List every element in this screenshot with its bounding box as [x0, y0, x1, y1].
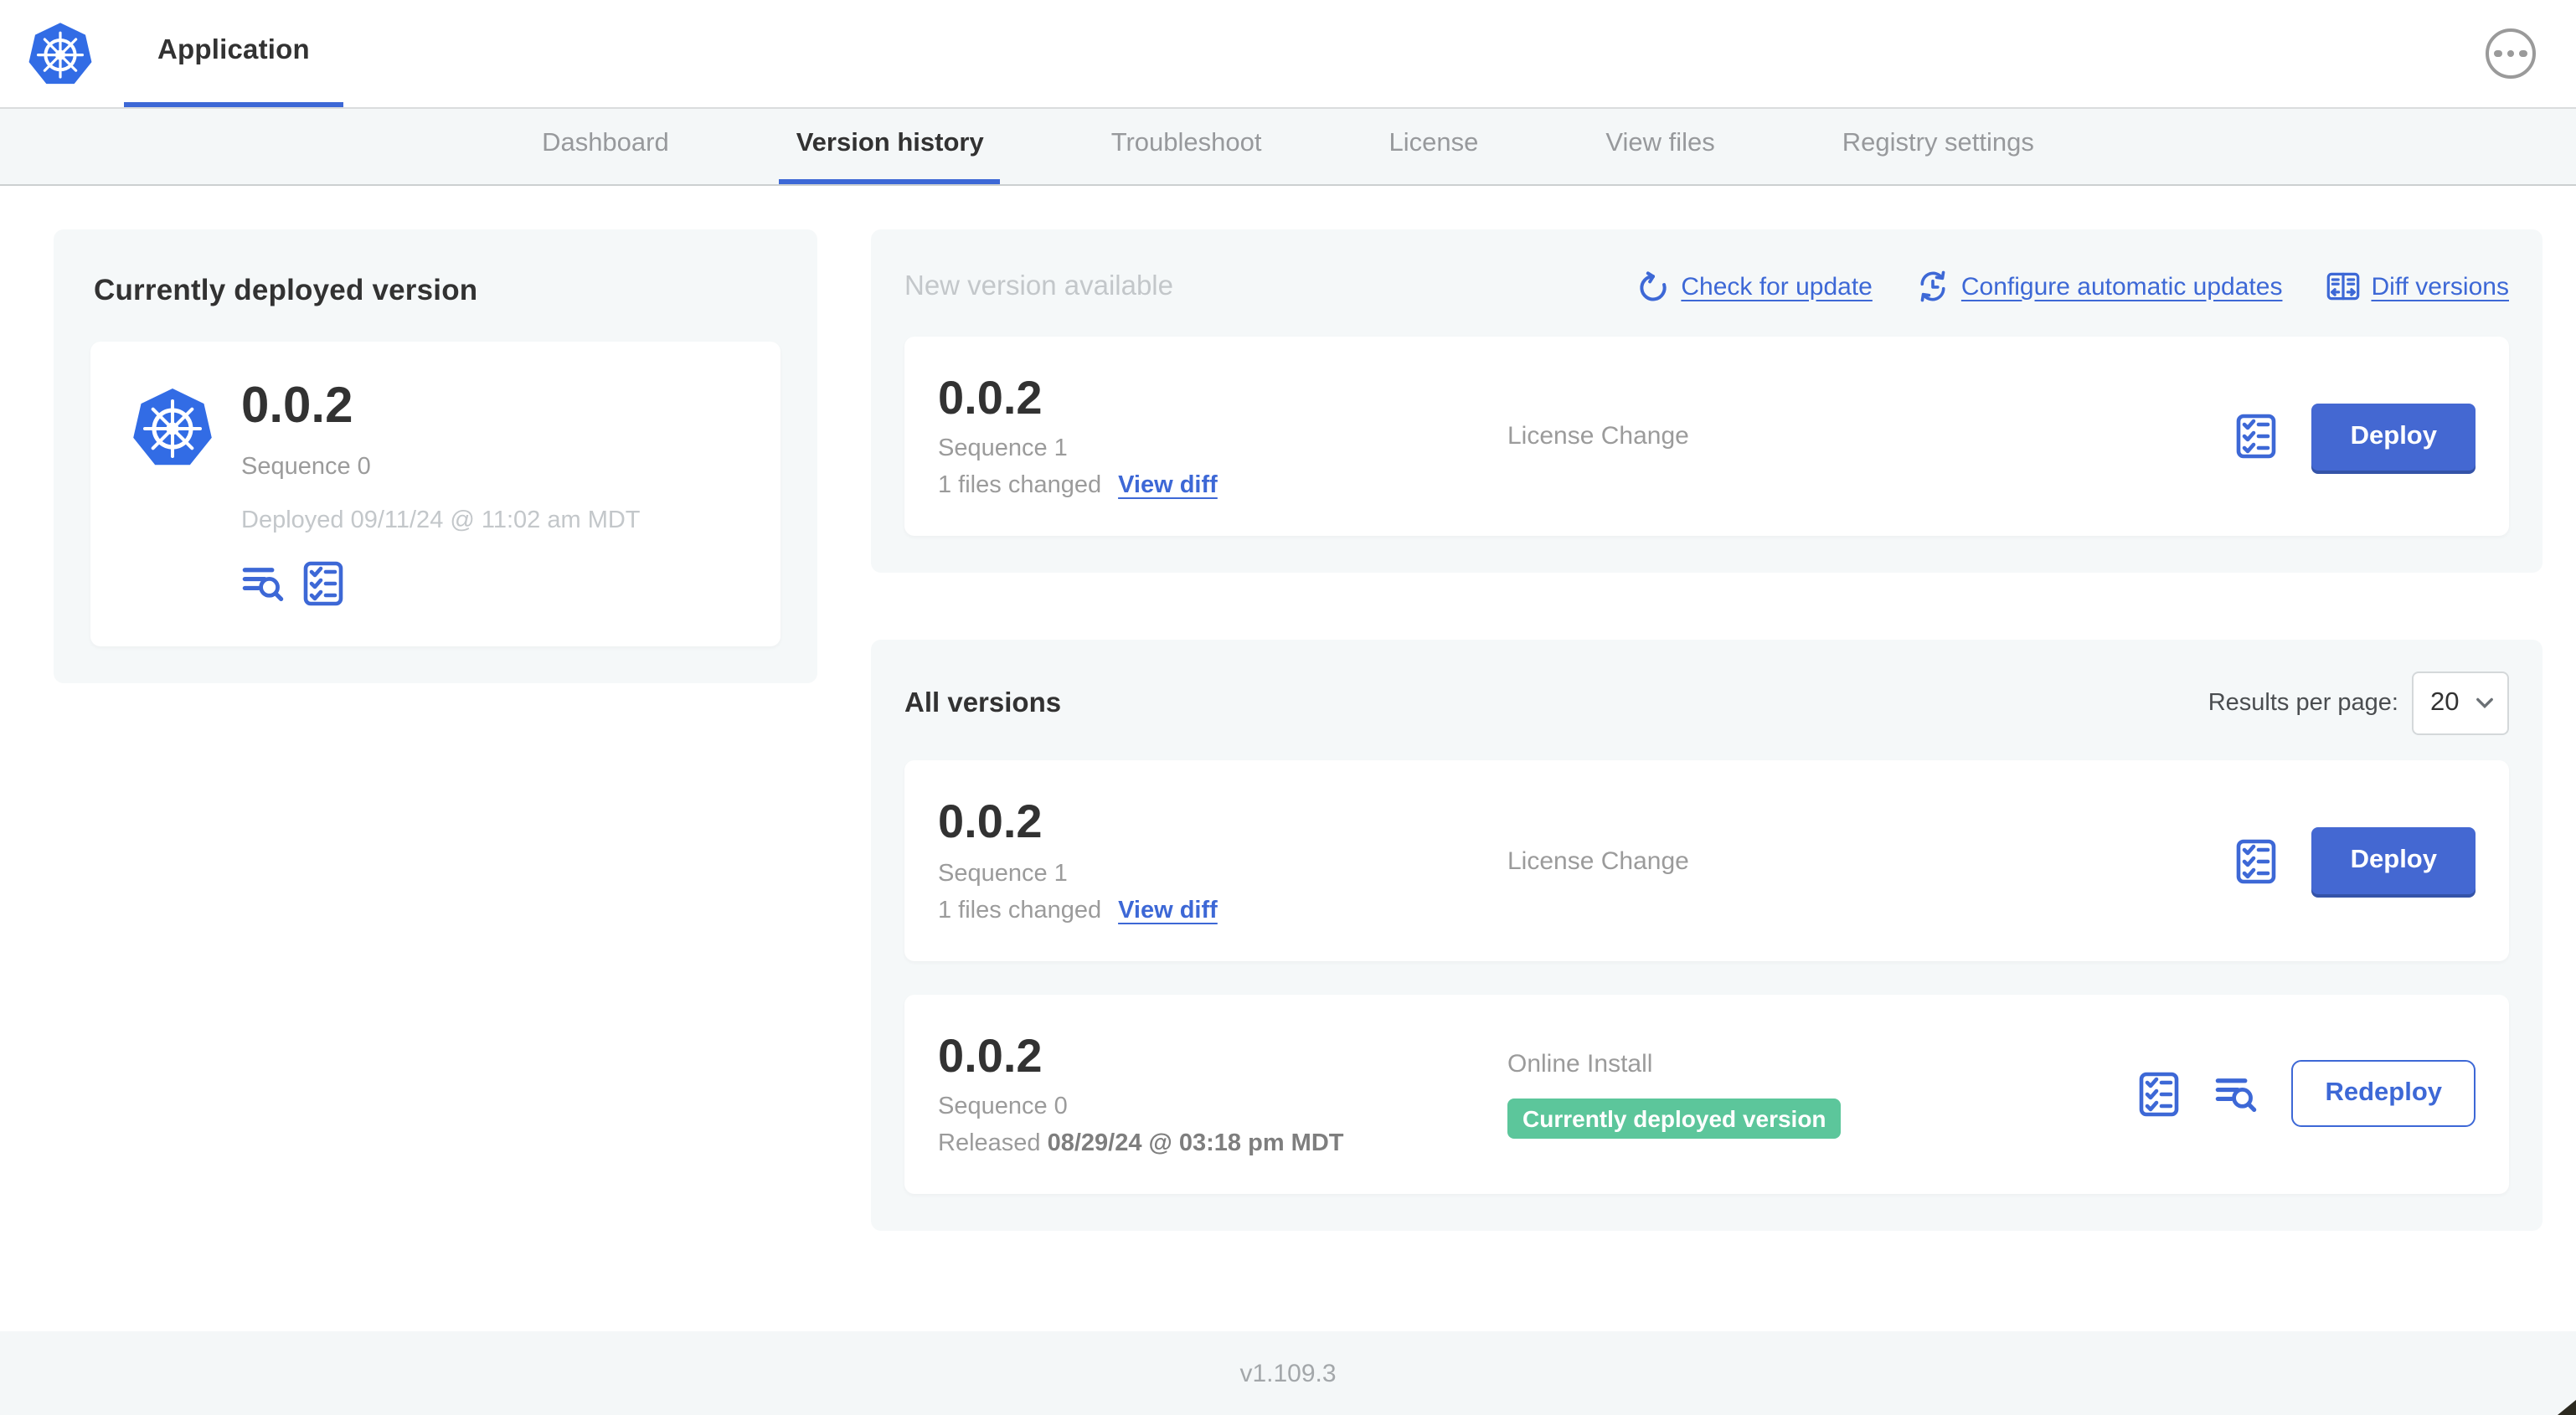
released-prefix: Released: [938, 1130, 1041, 1158]
version-actions: Deploy: [2235, 403, 2476, 471]
version-source-cell: Online Install Currently deployed versio…: [1507, 1050, 2137, 1139]
version-actions: Deploy: [2235, 827, 2476, 895]
update-actions: Check for update Configure automatic upd…: [1636, 270, 2509, 303]
results-per-page-select[interactable]: 20: [2412, 671, 2509, 736]
currently-deployed-badge: Currently deployed version: [1507, 1098, 1842, 1139]
top-header: Application: [0, 0, 2576, 107]
all-versions-panel: All versions Results per page: 20 0.0.2 …: [871, 640, 2543, 1232]
files-changed-count: 1 files changed: [938, 472, 1102, 500]
app-manager-version: v1.109.3: [1239, 1359, 1337, 1387]
viewport: Application Dashboard Version history Tr…: [0, 0, 2576, 1415]
clock-refresh-icon: [1920, 270, 1945, 302]
chevron-down-icon: [2476, 698, 2493, 709]
all-versions-head: All versions Results per page: 20: [904, 671, 2509, 738]
configure-automatic-updates-label: Configure automatic updates: [1960, 272, 2283, 301]
app-tab-application[interactable]: Application: [124, 0, 343, 107]
tab-license[interactable]: License: [1373, 109, 1496, 184]
results-per-page-label: Results per page:: [2208, 690, 2398, 718]
new-version-panel-head: New version available Check for update C…: [904, 260, 2509, 313]
deployed-version-number: 0.0.2: [241, 378, 353, 434]
deployed-version-details: 0.0.2 Sequence 0 Deployed 09/11/24 @ 11:…: [241, 378, 641, 606]
ellipsis-menu-icon[interactable]: [2486, 28, 2536, 79]
deployed-card-actions: [241, 561, 641, 606]
diff-icon: [2326, 272, 2359, 301]
version-source: License Change: [1507, 846, 1689, 876]
files-changed-count: 1 files changed: [938, 897, 1102, 924]
preflight-checks-icon[interactable]: [2235, 838, 2279, 883]
preflight-checks-icon[interactable]: [301, 561, 345, 606]
released-date: 08/29/24 @ 03:18 pm MDT: [1047, 1130, 1344, 1158]
version-number: 0.0.2: [938, 795, 1043, 848]
version-history-column: New version available Check for update C…: [871, 229, 2543, 1232]
version-sequence: Sequence 0: [938, 1093, 1068, 1121]
check-for-update-label: Check for update: [1681, 272, 1873, 301]
all-versions-title: All versions: [904, 687, 1062, 718]
diff-versions-link[interactable]: Diff versions: [2326, 270, 2509, 303]
version-source-cell: License Change: [1507, 422, 2235, 450]
restart-icon: [1639, 271, 1666, 301]
view-diff-link[interactable]: View diff: [1118, 898, 1218, 924]
tab-dashboard[interactable]: Dashboard: [525, 109, 686, 184]
version-info: 0.0.2 Sequence 1 1 files changed View di…: [938, 795, 1507, 924]
view-diff-link[interactable]: View diff: [1118, 473, 1218, 500]
new-version-panel: New version available Check for update C…: [871, 229, 2543, 574]
tab-registry-settings[interactable]: Registry settings: [1826, 109, 2051, 184]
check-for-update-link[interactable]: Check for update: [1636, 270, 1873, 303]
version-source: License Change: [1507, 422, 1689, 451]
app-root: Application Dashboard Version history Tr…: [0, 0, 2576, 1415]
deploy-button[interactable]: Deploy: [2311, 403, 2476, 471]
version-source-cell: License Change: [1507, 846, 2235, 875]
files-changed-line: 1 files changed View diff: [938, 473, 1507, 500]
redeploy-button[interactable]: Redeploy: [2291, 1060, 2476, 1128]
version-info: 0.0.2 Sequence 0 Released 08/29/24 @ 03:…: [938, 1029, 1507, 1158]
preflight-checks-icon[interactable]: [2137, 1072, 2181, 1117]
tab-troubleshoot[interactable]: Troubleshoot: [1095, 109, 1279, 184]
diff-versions-label: Diff versions: [2371, 272, 2509, 301]
version-row: 0.0.2 Sequence 1 1 files changed View di…: [904, 760, 2509, 961]
files-changed-line: 1 files changed View diff: [938, 898, 1507, 924]
main-content: Currently deployed version 0.0.2 Sequenc…: [0, 186, 2576, 1331]
footer: v1.109.3: [0, 1331, 2576, 1415]
preflight-checks-icon[interactable]: [2235, 414, 2279, 459]
deployed-sequence: Sequence 0: [241, 454, 371, 481]
app-subnav: Dashboard Version history Troubleshoot L…: [0, 107, 2576, 186]
currently-deployed-panel: Currently deployed version 0.0.2 Sequenc…: [54, 229, 817, 683]
version-number: 0.0.2: [938, 1029, 1043, 1082]
version-row: 0.0.2 Sequence 0 Released 08/29/24 @ 03:…: [904, 994, 2509, 1195]
version-sequence: Sequence 1: [938, 435, 1068, 463]
app-title: Application: [157, 35, 310, 65]
currently-deployed-card: 0.0.2 Sequence 0 Deployed 09/11/24 @ 11:…: [90, 342, 781, 646]
currently-deployed-title: Currently deployed version: [94, 273, 478, 306]
configure-automatic-updates-link[interactable]: Configure automatic updates: [1916, 270, 2283, 303]
new-version-row: 0.0.2 Sequence 1 1 files changed View di…: [904, 337, 2509, 537]
version-actions: Redeploy: [2137, 1060, 2476, 1128]
version-number: 0.0.2: [938, 372, 1043, 424]
cursor-artifact: [2558, 1400, 2576, 1415]
deploy-button[interactable]: Deploy: [2311, 827, 2476, 895]
tab-version-history[interactable]: Version history: [779, 109, 1001, 184]
kubernetes-app-icon: [133, 388, 212, 466]
new-version-title: New version available: [904, 270, 1173, 301]
kubernetes-logo-icon: [28, 23, 92, 85]
deploy-logs-icon[interactable]: [241, 561, 285, 606]
results-per-page: Results per page: 20: [2208, 671, 2509, 736]
tab-view-files[interactable]: View files: [1589, 109, 1731, 184]
deploy-logs-icon[interactable]: [2214, 1072, 2258, 1117]
results-per-page-value: 20: [2430, 688, 2460, 718]
version-source: Online Install: [1507, 1049, 1653, 1078]
released-timestamp: Released 08/29/24 @ 03:18 pm MDT: [938, 1130, 1507, 1157]
version-sequence: Sequence 1: [938, 860, 1068, 888]
deployed-timestamp: Deployed 09/11/24 @ 11:02 am MDT: [241, 507, 641, 534]
version-info: 0.0.2 Sequence 1 1 files changed View di…: [938, 373, 1507, 500]
